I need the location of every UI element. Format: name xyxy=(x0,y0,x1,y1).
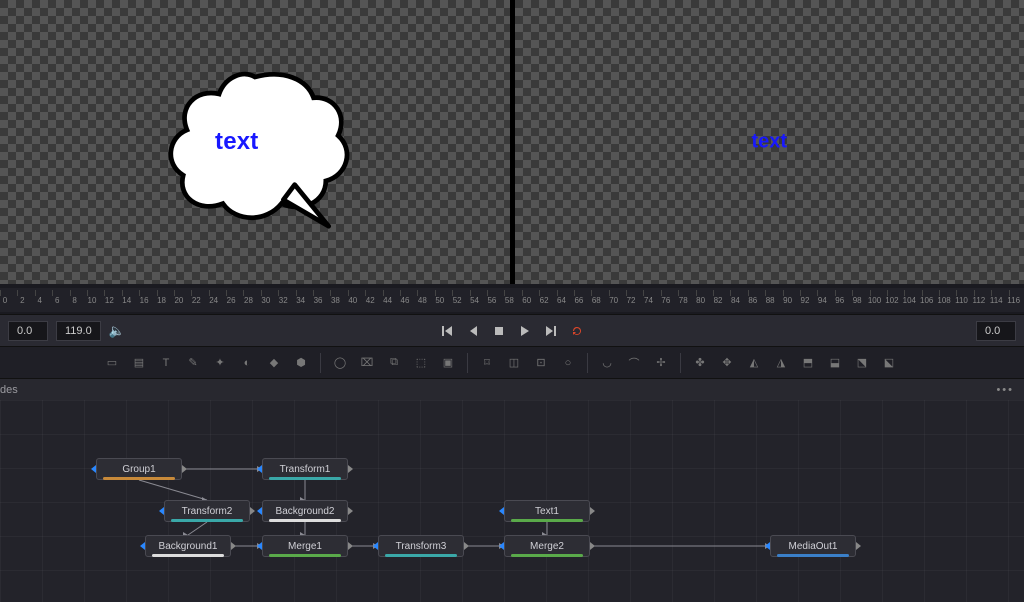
node-transform1[interactable]: Transform1 xyxy=(262,458,348,480)
timecode-in[interactable]: 0.0 xyxy=(8,321,48,341)
tool-paint-icon[interactable]: ▤ xyxy=(127,352,151,374)
play-button[interactable] xyxy=(518,324,532,338)
tool-render3d-icon[interactable]: ⬔ xyxy=(850,352,874,374)
node-transform3[interactable]: Transform3 xyxy=(378,535,464,557)
viewer-b-text: text xyxy=(751,131,787,154)
transport-bar: 0.0 119.0 🔈 0.0 xyxy=(0,314,1024,346)
speech-bubble-graphic: text xyxy=(160,60,350,230)
tool-crop-icon[interactable]: ⌑ xyxy=(475,352,499,374)
node-label: Merge2 xyxy=(530,541,564,552)
node-toolbar: ▭▤T✎✦◐◆⬢ ◯⌧⧉⬚▣ ⌑◫⊡○ ◡⌒✢ ✤✥◭◮⬒⬓⬔⬕ xyxy=(0,346,1024,378)
node-label: Background1 xyxy=(159,541,218,552)
tool-mask-icon[interactable]: ✎ xyxy=(181,352,205,374)
tool-fog-icon[interactable]: ⬕ xyxy=(877,352,901,374)
loop-button[interactable] xyxy=(570,324,584,338)
nodes-panel-menu-icon[interactable]: ••• xyxy=(996,384,1024,396)
node-transform2[interactable]: Transform2 xyxy=(164,500,250,522)
node-background2[interactable]: Background2 xyxy=(262,500,348,522)
tool-channel-icon[interactable]: ⬚ xyxy=(409,352,433,374)
node-label: Merge1 xyxy=(288,541,322,552)
tool-resize-icon[interactable]: ▣ xyxy=(436,352,460,374)
node-mediaout1[interactable]: MediaOut1 xyxy=(770,535,856,557)
tool-hue-icon[interactable]: ◆ xyxy=(262,352,286,374)
tool-particles-icon[interactable]: ◡ xyxy=(595,352,619,374)
tool-planar-icon[interactable]: ○ xyxy=(556,352,580,374)
viewer-a-text: text xyxy=(215,128,258,156)
node-label: MediaOut1 xyxy=(789,541,838,552)
node-background1[interactable]: Background1 xyxy=(145,535,231,557)
tool-camera3d-icon[interactable]: ⬒ xyxy=(796,352,820,374)
node-label: Group1 xyxy=(122,464,155,475)
go-last-button[interactable] xyxy=(544,324,558,338)
stop-button[interactable] xyxy=(492,324,506,338)
node-label: Transform1 xyxy=(280,464,331,475)
timecode-current[interactable]: 0.0 xyxy=(976,321,1016,341)
nodes-panel-label: des xyxy=(0,384,18,396)
node-label: Transform2 xyxy=(182,506,233,517)
tool-prender-icon[interactable]: ✢ xyxy=(649,352,673,374)
tool-pemitter-icon[interactable]: ⌒ xyxy=(622,352,646,374)
node-merge2[interactable]: Merge2 xyxy=(504,535,590,557)
tool-camera-icon[interactable]: ◯ xyxy=(328,352,352,374)
tool-tracker-icon[interactable]: ⊡ xyxy=(529,352,553,374)
tool-colorcurves-icon[interactable]: ◐ xyxy=(235,352,259,374)
tool-text-icon[interactable]: T xyxy=(154,352,178,374)
flow-graph[interactable]: Group1 Transform1 Transform2 Background2 Bac… xyxy=(0,400,1024,602)
viewer-b[interactable]: text xyxy=(515,0,1024,284)
timecode-out[interactable]: 119.0 xyxy=(56,321,101,341)
node-label: Text1 xyxy=(535,506,559,517)
timeline-ruler[interactable]: 0246810121416182022242628303234363840424… xyxy=(0,288,1024,312)
tool-light-icon[interactable]: ⬓ xyxy=(823,352,847,374)
node-label: Transform3 xyxy=(396,541,447,552)
node-merge1[interactable]: Merge1 xyxy=(262,535,348,557)
tool-blur-icon[interactable]: ⬢ xyxy=(289,352,313,374)
tool-image3d-icon[interactable]: ◮ xyxy=(769,352,793,374)
viewer-a[interactable]: text xyxy=(0,0,511,284)
tool-background-icon[interactable]: ▭ xyxy=(100,352,124,374)
tool-brightcontrast-icon[interactable]: ✦ xyxy=(208,352,232,374)
tool-shape-icon[interactable]: ✤ xyxy=(688,352,712,374)
node-label: Background2 xyxy=(276,506,335,517)
tool-text3d-icon[interactable]: ◭ xyxy=(742,352,766,374)
go-first-button[interactable] xyxy=(440,324,454,338)
nodes-panel-header: des ••• xyxy=(0,378,1024,400)
tool-merge-icon[interactable]: ⌧ xyxy=(355,352,379,374)
tool-transform-icon[interactable]: ◫ xyxy=(502,352,526,374)
speaker-icon[interactable]: 🔈 xyxy=(109,323,125,339)
node-text1[interactable]: Text1 xyxy=(504,500,590,522)
step-back-button[interactable] xyxy=(466,324,480,338)
tool-srender-icon[interactable]: ✥ xyxy=(715,352,739,374)
tool-matte-icon[interactable]: ⧉ xyxy=(382,352,406,374)
node-group1[interactable]: Group1 xyxy=(96,458,182,480)
